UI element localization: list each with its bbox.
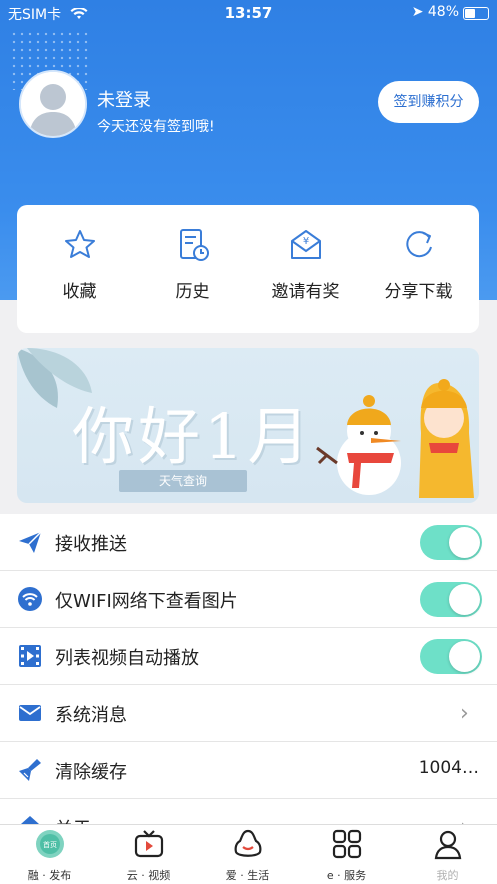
tab-service[interactable]: e · 服务 [297,828,396,883]
quick-actions-card: 收藏 历史 ¥ 邀请有奖 分享下载 [17,205,479,333]
share-download-button[interactable]: 分享下载 [361,225,476,302]
autoplay-toggle[interactable] [420,639,482,674]
wifi-icon [18,587,42,611]
battery-icon [463,7,489,20]
settings-row-messages[interactable]: 系统消息 › [0,685,497,742]
invite-button[interactable]: ¥ 邀请有奖 [248,225,363,302]
tab-life[interactable]: 爱 · 生活 [198,828,297,883]
weather-query-button[interactable]: 天气查询 [119,470,247,492]
messages-label: 系统消息 [55,705,127,726]
cache-size-value: 1004… [418,758,479,778]
settings-list: 接收推送 仅WIFI网络下查看图片 列表视频自动播放 系统消息 › 清除缓存 1… [0,514,497,829]
tab-life-label: 爱 · 生活 [225,869,270,882]
tab-service-label: e · 服务 [326,869,367,882]
user-name[interactable]: 未登录 [97,86,151,112]
autoplay-label: 列表视频自动播放 [55,648,199,669]
history-icon [179,229,209,261]
wifi-images-label: 仅WIFI网络下查看图片 [55,591,238,612]
status-bar: 无SIM卡 13:57 ➤ 48% [0,0,497,26]
invite-label: 邀请有奖 [271,282,340,302]
wifi-images-toggle[interactable] [420,582,482,617]
favorites-button[interactable]: 收藏 [22,225,137,302]
bag-icon [234,829,261,857]
sign-status-text: 今天还没有签到哦! [97,119,215,135]
tv-icon [134,830,163,858]
snowman-girl-illustration [316,379,474,498]
tab-publish-label: 融 · 发布 [27,869,72,882]
location-arrow-icon: ➤ [411,4,424,20]
settings-row-clear-cache[interactable]: 清除缓存 1004… [0,742,497,799]
settings-row-push[interactable]: 接收推送 [0,514,497,571]
share-download-label: 分享下载 [384,282,453,302]
home-badge-text: 首页 [43,840,57,849]
tab-mine-label: 我的 [436,869,459,882]
grid-icon [332,829,361,859]
sign-in-points-button[interactable]: 签到赚积分 [378,81,479,123]
settings-row-autoplay[interactable]: 列表视频自动播放 [0,628,497,685]
banner-title: 你好1月 [72,400,314,473]
user-icon [434,830,461,860]
push-label: 接收推送 [55,534,127,555]
svg-text:¥: ¥ [302,236,308,247]
settings-row-wifi-images[interactable]: 仅WIFI网络下查看图片 [0,571,497,628]
tab-mine[interactable]: 我的 [398,828,497,883]
bottom-tab-bar: 首页 融 · 发布 云 · 视频 爱 · 生活 e · 服务 我的 [0,824,497,884]
tab-video[interactable]: 云 · 视频 [99,828,198,883]
tab-video-label: 云 · 视频 [126,869,171,882]
invite-envelope-icon: ¥ [290,230,321,259]
tab-publish[interactable]: 首页 融 · 发布 [0,828,99,883]
weather-banner[interactable]: 你好1月 天气查询 [17,348,479,503]
mail-icon [19,705,41,721]
video-icon [19,645,41,667]
share-icon [405,231,432,258]
history-label: 历史 [175,282,210,302]
battery-text: 48% [427,4,459,20]
push-toggle[interactable] [420,525,482,560]
home-badge-icon: 首页 [35,830,64,858]
favorites-label: 收藏 [62,282,97,302]
chevron-right-icon: › [460,701,469,726]
default-avatar-icon [21,72,85,136]
history-button[interactable]: 历史 [135,225,250,302]
battery-percent: ➤ 48% [412,4,459,20]
broom-icon [19,759,41,781]
avatar[interactable] [19,70,87,138]
clear-cache-label: 清除缓存 [55,762,127,783]
star-icon [64,230,95,258]
send-icon [19,531,42,553]
